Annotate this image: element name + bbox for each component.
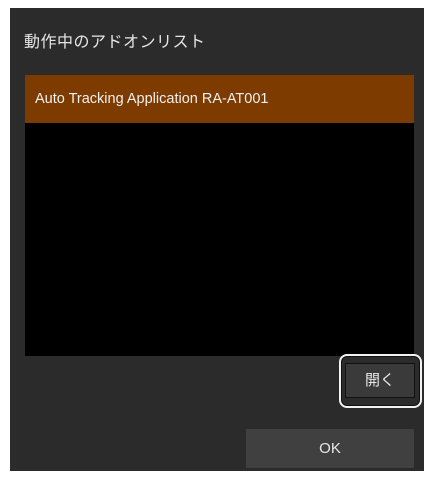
dialog-title: 動作中のアドオンリスト xyxy=(24,32,206,51)
open-button[interactable]: 開く xyxy=(345,363,415,398)
ok-button[interactable]: OK xyxy=(246,429,414,468)
addon-list-item[interactable]: Auto Tracking Application RA-AT001 xyxy=(25,75,414,123)
active-addon-dialog: 動作中のアドオンリスト Auto Tracking Application RA… xyxy=(10,8,424,471)
addon-list[interactable]: Auto Tracking Application RA-AT001 xyxy=(25,75,414,356)
